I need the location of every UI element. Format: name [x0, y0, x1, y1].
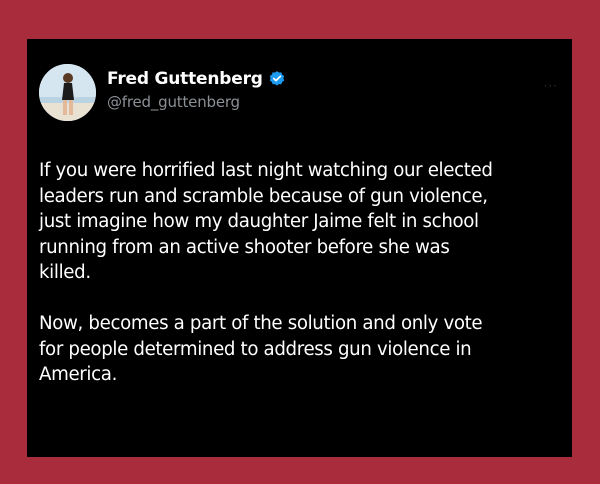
- author-handle[interactable]: @fred_guttenberg: [107, 93, 240, 111]
- tweet-line: just imagine how my daughter Jaime felt …: [39, 211, 479, 232]
- tweet-line: America.: [39, 364, 118, 385]
- tweet-text: If you were horrified last night watchin…: [39, 158, 549, 388]
- tweet-paragraph: If you were horrified last night watchin…: [39, 158, 549, 286]
- tweet-line: killed.: [39, 262, 91, 283]
- more-options-icon[interactable]: ···: [544, 79, 558, 93]
- tweet-line: Now, becomes a part of the solution and …: [39, 313, 483, 334]
- avatar-photo: [39, 64, 96, 121]
- tweet-line: for people determined to address gun vio…: [39, 338, 472, 360]
- tweet-line: If you were horrified last night watchin…: [39, 160, 493, 181]
- author-name-row: Fred Guttenberg: [107, 67, 286, 91]
- avatar[interactable]: [39, 64, 96, 121]
- tweet-line: leaders run and scramble because of gun …: [39, 185, 488, 207]
- author-display-name[interactable]: Fred Guttenberg: [107, 69, 263, 89]
- tweet-paragraph: Now, becomes a part of the solution and …: [39, 311, 549, 388]
- verified-badge-icon: [268, 70, 286, 88]
- tweet-card: Fred Guttenberg @fred_guttenberg ··· If …: [27, 39, 572, 457]
- tweet-line: running from an active shooter before sh…: [39, 236, 450, 258]
